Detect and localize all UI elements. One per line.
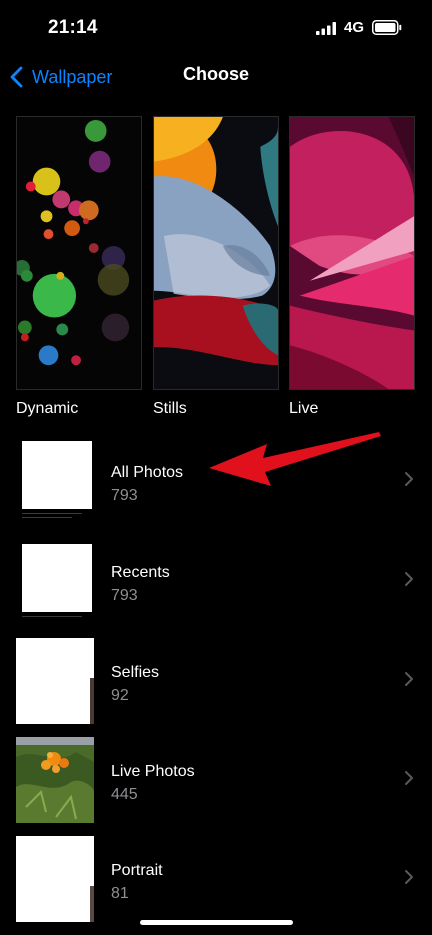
album-row-recents[interactable]: Recents 793 [0,534,432,632]
album-thumbnail [16,737,94,823]
live-wallpaper-thumbnail [289,116,415,390]
album-name: Portrait [111,862,163,879]
chevron-right-icon [405,572,413,586]
status-bar: 21:14 4G [0,0,432,56]
category-label: Dynamic [16,400,79,417]
category-dynamic[interactable]: Dynamic [16,116,142,418]
album-name: Live Photos [111,763,195,780]
chevron-right-icon [405,870,413,884]
page-title: Choose [182,64,249,84]
album-row-selfies[interactable]: Selfies 92 [0,634,432,732]
stills-wallpaper-thumbnail [153,116,279,390]
album-count: 92 [111,687,129,704]
category-label: Stills [153,400,187,417]
chevron-right-icon [405,771,413,785]
album-row-all-photos[interactable]: All Photos 793 [0,434,432,532]
album-thumbnail [16,438,94,524]
dynamic-wallpaper-thumbnail [16,116,142,390]
album-thumbnail [16,836,94,922]
category-live[interactable]: Live [289,116,415,418]
chevron-right-icon [405,672,413,686]
album-thumbnail [16,638,94,724]
album-thumbnail [16,538,94,624]
album-count: 445 [111,786,138,803]
album-row-live-photos[interactable]: Live Photos 445 [0,733,432,831]
album-name: All Photos [111,464,184,481]
cellular-signal-icon [316,22,336,35]
network-type: 4G [344,19,365,36]
battery-icon [372,20,402,35]
category-label: Live [289,400,319,417]
status-time: 21:14 [48,17,98,38]
album-name: Recents [111,564,170,581]
album-count: 81 [111,885,129,902]
album-name: Selfies [111,664,160,681]
album-count: 793 [111,487,138,504]
album-row-portrait[interactable]: Portrait 81 [0,832,432,930]
album-count: 793 [111,587,138,604]
category-stills[interactable]: Stills [153,116,279,418]
home-indicator[interactable] [140,920,293,925]
chevron-right-icon [405,472,413,486]
